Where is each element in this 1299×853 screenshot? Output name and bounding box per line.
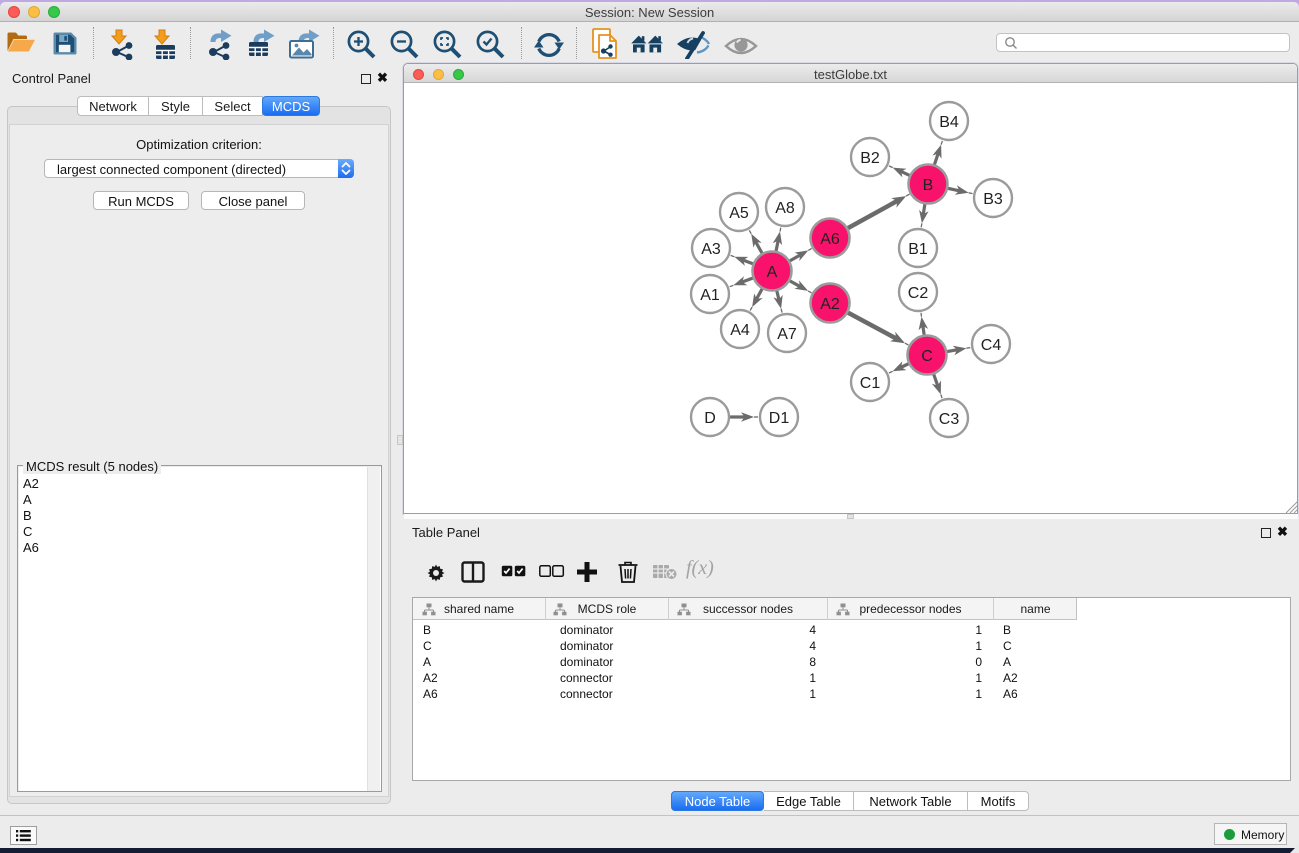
svg-text:C1: C1: [860, 375, 881, 392]
svg-text:A6: A6: [820, 231, 840, 248]
svg-text:B: B: [923, 177, 934, 194]
svg-text:B1: B1: [908, 241, 928, 258]
svg-text:C4: C4: [981, 337, 1002, 354]
svg-text:A: A: [767, 264, 778, 281]
svg-text:A8: A8: [775, 200, 795, 217]
svg-text:B4: B4: [939, 114, 959, 131]
svg-text:B3: B3: [983, 191, 1003, 208]
svg-text:C2: C2: [908, 285, 929, 302]
svg-text:D1: D1: [769, 410, 790, 427]
svg-text:C3: C3: [939, 411, 960, 428]
svg-text:A3: A3: [701, 241, 721, 258]
svg-text:B2: B2: [860, 150, 880, 167]
svg-text:A2: A2: [820, 296, 840, 313]
svg-text:A5: A5: [729, 205, 749, 222]
svg-text:C: C: [921, 348, 933, 365]
svg-text:A7: A7: [777, 326, 797, 343]
svg-text:D: D: [704, 410, 716, 427]
svg-text:A1: A1: [700, 287, 720, 304]
svg-text:A4: A4: [730, 322, 750, 339]
